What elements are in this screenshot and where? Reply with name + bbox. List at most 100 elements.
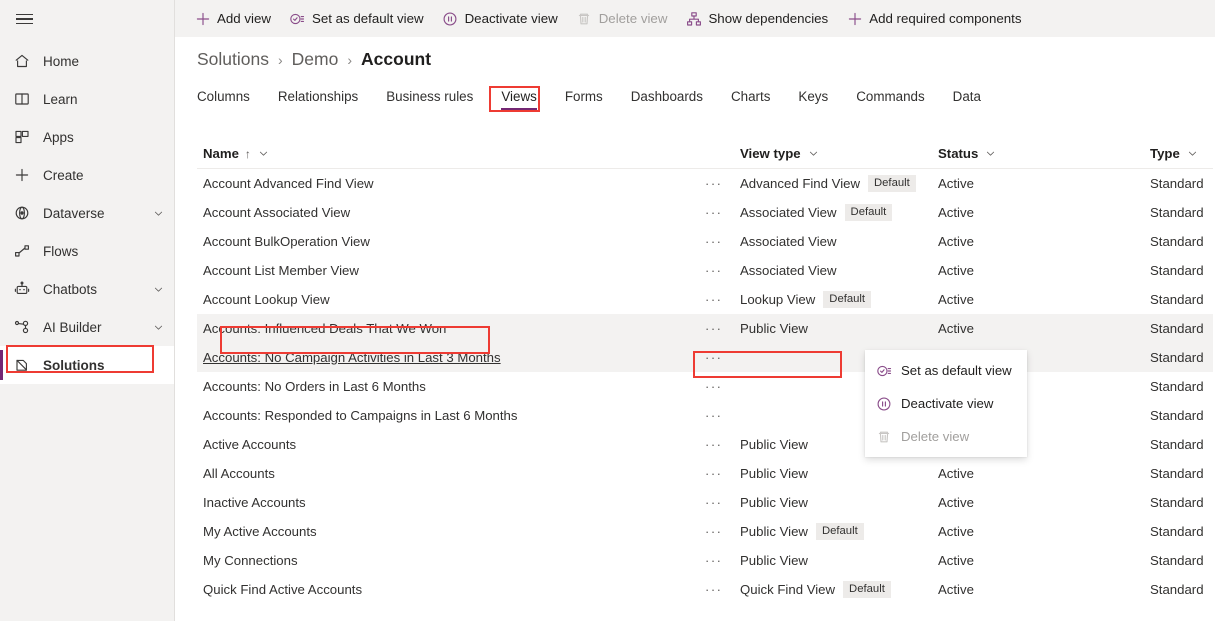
view-name-link[interactable]: Accounts: No Campaign Activities in Last…	[203, 350, 501, 365]
tab-views[interactable]: Views	[501, 84, 538, 110]
view-name-link[interactable]: Account Associated View	[203, 205, 350, 220]
command-add-view[interactable]: Add view	[185, 0, 280, 37]
sidebar-item-apps[interactable]: Apps	[0, 118, 174, 156]
cell-name[interactable]: Inactive Accounts	[197, 495, 705, 510]
sidebar-item-create[interactable]: Create	[0, 156, 174, 194]
sidebar-item-learn[interactable]: Learn	[0, 80, 174, 118]
table-row[interactable]: Account BulkOperation View ··· Associated …	[197, 227, 1213, 256]
column-header-type[interactable]: Type	[1150, 146, 1215, 161]
table-row[interactable]: My Active Accounts ··· Public View Default A…	[197, 517, 1213, 546]
tab-charts[interactable]: Charts	[731, 84, 770, 110]
tab-dashboards[interactable]: Dashboards	[631, 84, 703, 110]
sidebar-item-dataverse[interactable]: Dataverse	[0, 194, 174, 232]
row-overflow-menu-button[interactable]: ···	[705, 176, 740, 191]
cell-name[interactable]: Account Associated View	[197, 205, 705, 220]
tab-columns[interactable]: Columns	[197, 84, 250, 110]
cell-name[interactable]: All Accounts	[197, 466, 705, 481]
sidebar-item-flows[interactable]: Flows	[0, 232, 174, 270]
tab-relationships[interactable]: Relationships	[278, 84, 358, 110]
row-overflow-menu-button[interactable]: ···	[705, 524, 740, 539]
sidebar-item-chatbots[interactable]: Chatbots	[0, 270, 174, 308]
sidebar-item-solutions[interactable]: Solutions	[0, 346, 174, 384]
column-header-status[interactable]: Status	[938, 146, 1150, 161]
cell-name[interactable]: Accounts: No Orders in Last 6 Months	[197, 379, 705, 394]
view-name-link[interactable]: Active Accounts	[203, 437, 296, 452]
view-name-link[interactable]: Account List Member View	[203, 263, 359, 278]
table-row[interactable]: Account Advanced Find View ··· Advanced Fi…	[197, 169, 1213, 198]
table-row[interactable]: Account Lookup View ··· Lookup View Default…	[197, 285, 1213, 314]
chevron-down-icon[interactable]	[985, 148, 996, 159]
column-header-view-type[interactable]: View type	[740, 146, 938, 161]
row-context-menu[interactable]: Set as default view Deactivate view Delete…	[865, 350, 1027, 457]
table-row[interactable]: Active Accounts···Public ViewActiveStand…	[197, 430, 1213, 459]
row-overflow-menu-button[interactable]: ···	[705, 553, 740, 568]
view-name-link[interactable]: Account Lookup View	[203, 292, 330, 307]
table-row[interactable]: Accounts: No Orders in Last 6 Months···A…	[197, 372, 1213, 401]
cell-name[interactable]: Active Accounts	[197, 437, 705, 452]
row-overflow-menu-button[interactable]: ···	[705, 321, 740, 336]
tab-commands[interactable]: Commands	[856, 84, 924, 110]
menu-item-set-as-default-view[interactable]: Set as default view	[865, 354, 1027, 387]
row-overflow-menu-button[interactable]: ···	[705, 379, 740, 394]
table-row[interactable]: Account List Member View ··· Associated Vi…	[197, 256, 1213, 285]
column-header-name[interactable]: Name ↑	[197, 146, 705, 161]
table-row[interactable]: Accounts: No Campaign Activities in Last…	[197, 343, 1213, 372]
view-name-link[interactable]: Account Advanced Find View	[203, 176, 374, 191]
table-row[interactable]: Account Associated View ··· Associated Vie…	[197, 198, 1213, 227]
row-overflow-menu-button[interactable]: ···	[705, 466, 740, 481]
view-name-link[interactable]: Account BulkOperation View	[203, 234, 370, 249]
sidebar-item-home[interactable]: Home	[0, 42, 174, 80]
cell-name[interactable]: Accounts: Responded to Campaigns in Last…	[197, 408, 705, 423]
tab-business-rules[interactable]: Business rules	[386, 84, 473, 110]
row-overflow-menu-button[interactable]: ···	[705, 350, 740, 365]
cell-name[interactable]: Account BulkOperation View	[197, 234, 705, 249]
chevron-down-icon[interactable]	[153, 208, 164, 219]
table-row[interactable]: My Connections ··· Public View Active Standa…	[197, 546, 1213, 575]
menu-item-deactivate-view[interactable]: Deactivate view	[865, 387, 1027, 420]
table-row[interactable]: Accounts: Responded to Campaigns in Last…	[197, 401, 1213, 430]
chevron-down-icon[interactable]	[1187, 148, 1198, 159]
sidebar-item-ai-builder[interactable]: AI Builder	[0, 308, 174, 346]
command-deactivate-view[interactable]: Deactivate view	[433, 0, 567, 37]
table-row[interactable]: Quick Find Active Accounts ··· Quick Find …	[197, 575, 1213, 604]
view-name-link[interactable]: My Active Accounts	[203, 524, 317, 539]
row-overflow-menu-button[interactable]: ···	[705, 408, 740, 423]
chevron-down-icon[interactable]	[153, 284, 164, 295]
chevron-down-icon[interactable]	[153, 322, 164, 333]
row-overflow-menu-button[interactable]: ···	[705, 234, 740, 249]
command-add-required-components[interactable]: Add required components	[837, 0, 1030, 37]
view-name-link[interactable]: My Connections	[203, 553, 298, 568]
row-overflow-menu-button[interactable]: ···	[705, 437, 740, 452]
tab-data[interactable]: Data	[953, 84, 981, 110]
command-set-as-default-view[interactable]: Set as default view	[280, 0, 433, 37]
view-name-link[interactable]: All Accounts	[203, 466, 275, 481]
table-row[interactable]: All Accounts ··· Public View Active Standard	[197, 459, 1213, 488]
cell-name[interactable]: My Active Accounts	[197, 524, 705, 539]
cell-name[interactable]: Account Advanced Find View	[197, 176, 705, 191]
cell-name[interactable]: Accounts: No Campaign Activities in Last…	[197, 350, 705, 365]
tab-forms[interactable]: Forms	[565, 84, 603, 110]
table-row[interactable]: Inactive Accounts ··· Public View Active Sta…	[197, 488, 1213, 517]
cell-name[interactable]: Account List Member View	[197, 263, 705, 278]
view-name-link[interactable]: Quick Find Active Accounts	[203, 582, 362, 597]
view-name-link[interactable]: Accounts: No Orders in Last 6 Months	[203, 379, 426, 394]
view-name-link[interactable]: Inactive Accounts	[203, 495, 306, 510]
view-name-link[interactable]: Accounts: Influenced Deals That We Won	[203, 321, 446, 336]
chevron-down-icon[interactable]	[808, 148, 819, 159]
row-overflow-menu-button[interactable]: ···	[705, 582, 740, 597]
tab-keys[interactable]: Keys	[798, 84, 828, 110]
breadcrumb-item-demo[interactable]: Demo	[292, 49, 339, 70]
table-row[interactable]: Accounts: Influenced Deals That We Won ··…	[197, 314, 1213, 343]
cell-name[interactable]: Account Lookup View	[197, 292, 705, 307]
row-overflow-menu-button[interactable]: ···	[705, 495, 740, 510]
hamburger-menu-button[interactable]	[0, 0, 174, 38]
cell-name[interactable]: My Connections	[197, 553, 705, 568]
row-overflow-menu-button[interactable]: ···	[705, 292, 740, 307]
chevron-down-icon[interactable]	[258, 148, 269, 159]
row-overflow-menu-button[interactable]: ···	[705, 205, 740, 220]
cell-name[interactable]: Quick Find Active Accounts	[197, 582, 705, 597]
cell-name[interactable]: Accounts: Influenced Deals That We Won	[197, 321, 705, 336]
command-show-dependencies[interactable]: Show dependencies	[676, 0, 837, 37]
view-name-link[interactable]: Accounts: Responded to Campaigns in Last…	[203, 408, 518, 423]
breadcrumb-item-solutions[interactable]: Solutions	[197, 49, 269, 70]
